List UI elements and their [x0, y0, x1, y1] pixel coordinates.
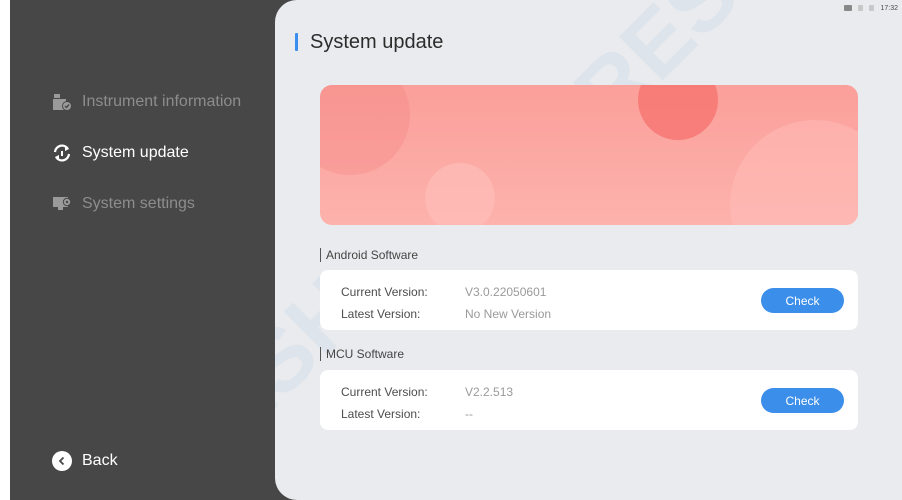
clock: 17:32: [880, 4, 898, 12]
page-title-text: System update: [310, 30, 444, 53]
section-title: MCU Software: [326, 347, 405, 361]
back-arrow-icon: [52, 451, 72, 471]
back-button[interactable]: Back: [52, 448, 118, 474]
network-icon: [844, 5, 853, 11]
android-software-card: Current Version: V3.0.22050601 Latest Ve…: [320, 270, 858, 330]
sidebar-item-system-settings[interactable]: System settings: [52, 191, 195, 217]
battery-icon: [869, 5, 875, 11]
banner-bubble: [320, 85, 410, 175]
status-bar: 17:32: [844, 2, 898, 14]
current-version-value: V2.2.513: [465, 385, 514, 399]
banner-bubble: [638, 85, 718, 140]
latest-version-label: Latest Version:: [341, 307, 421, 321]
sidebar-item-instrument-information[interactable]: Instrument information: [52, 89, 241, 115]
main-panel: RESH RESH 17:32 System update Android So…: [275, 0, 902, 500]
wifi-icon: [858, 5, 864, 11]
latest-version-row: Latest Version: --: [341, 407, 473, 421]
settings-monitor-icon: [52, 194, 72, 214]
section-mcu-software: MCU Software: [320, 346, 404, 362]
refresh-icon: [52, 143, 72, 163]
section-title: Android Software: [326, 248, 419, 262]
section-divider: [320, 248, 321, 262]
sidebar-item-system-update[interactable]: System update: [52, 140, 189, 166]
sidebar: Instrument information System update Sys…: [10, 0, 310, 500]
back-label: Back: [82, 452, 118, 469]
mcu-software-card: Current Version: V2.2.513 Latest Version…: [320, 370, 858, 430]
current-version-label: Current Version:: [341, 285, 428, 299]
sidebar-item-label: System settings: [82, 195, 195, 212]
latest-version-value: --: [465, 407, 473, 421]
current-version-row: Current Version: V3.0.22050601: [341, 285, 546, 299]
page-title: System update: [295, 30, 443, 54]
current-version-row: Current Version: V2.2.513: [341, 385, 513, 399]
instrument-info-icon: [52, 92, 72, 112]
section-android-software: Android Software: [320, 247, 418, 263]
check-mcu-button[interactable]: Check: [761, 388, 844, 413]
latest-version-row: Latest Version: No New Version: [341, 307, 551, 321]
sidebar-item-label: Instrument information: [82, 93, 242, 110]
banner-bubble: [730, 120, 858, 225]
window-edge: [0, 0, 10, 500]
title-accent-bar: [295, 33, 298, 51]
sidebar-item-label: System update: [82, 144, 189, 161]
update-banner: [320, 85, 858, 225]
latest-version-label: Latest Version:: [341, 407, 421, 421]
section-divider: [320, 347, 321, 361]
current-version-label: Current Version:: [341, 385, 428, 399]
current-version-value: V3.0.22050601: [465, 285, 547, 299]
check-android-button[interactable]: Check: [761, 288, 844, 313]
banner-bubble: [425, 163, 495, 225]
latest-version-value: No New Version: [465, 307, 552, 321]
